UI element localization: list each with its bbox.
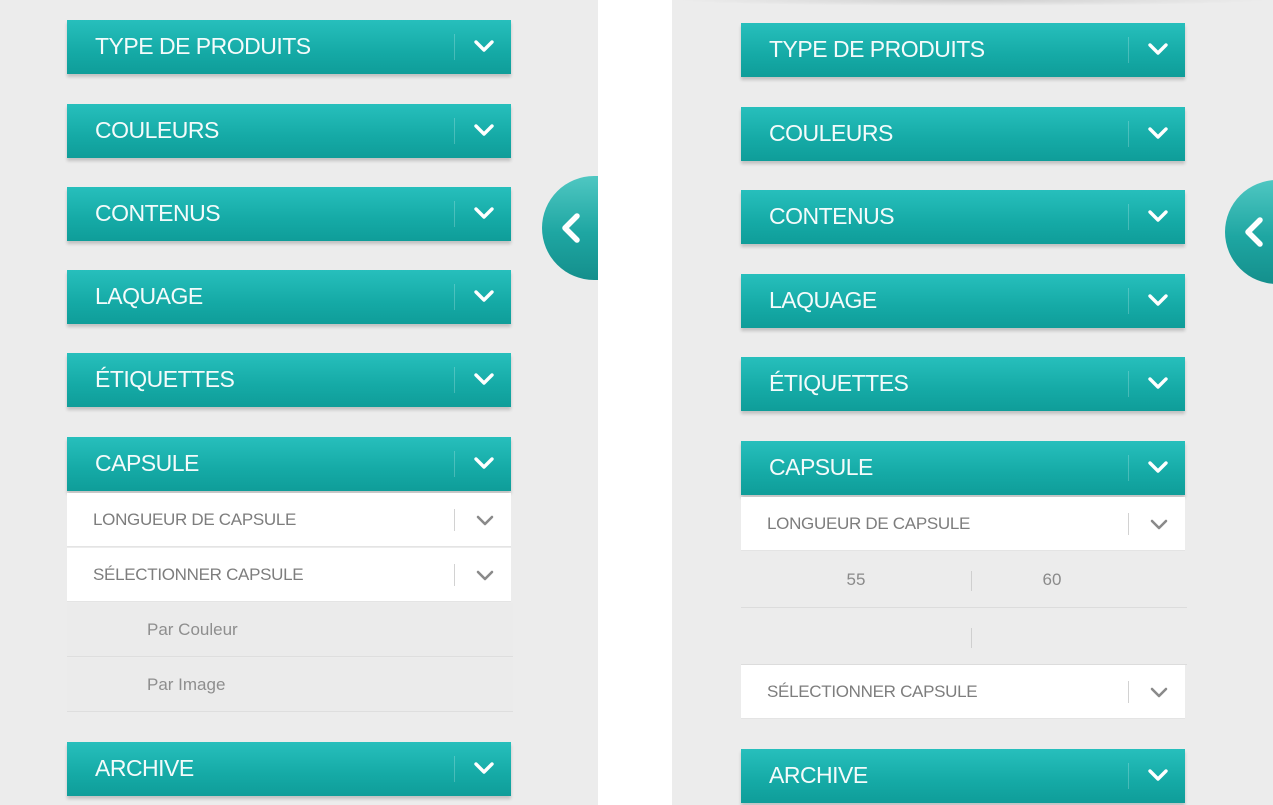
separator [1128, 513, 1129, 535]
separator [454, 34, 455, 60]
section-couleurs[interactable]: COULEURS [67, 104, 511, 158]
separator [1128, 37, 1129, 63]
capsule-length-values-row: 55 60 [741, 552, 1187, 608]
separator [454, 451, 455, 477]
section-capsule[interactable]: CAPSULE [741, 441, 1185, 495]
section-label: LAQUAGE [769, 287, 877, 313]
separator [454, 756, 455, 782]
section-label: ARCHIVE [95, 755, 194, 781]
option-label: Par Couleur [147, 620, 238, 639]
section-label: CAPSULE [769, 454, 873, 480]
chevron-left-icon [562, 213, 580, 243]
separator [454, 284, 455, 310]
chevron-down-icon [474, 40, 494, 52]
section-couleurs[interactable]: COULEURS [741, 107, 1185, 161]
section-type-de-produits[interactable]: TYPE DE PRODUITS [67, 20, 511, 74]
section-laquage[interactable]: LAQUAGE [741, 274, 1185, 328]
subsection-label: SÉLECTIONNER CAPSULE [767, 682, 978, 701]
section-label: COULEURS [769, 120, 893, 146]
option-par-couleur[interactable]: Par Couleur [67, 603, 513, 657]
separator [1128, 681, 1129, 703]
section-archive[interactable]: ARCHIVE [67, 742, 511, 796]
length-option-60[interactable]: 60 [972, 552, 1132, 608]
section-label: COULEURS [95, 117, 219, 143]
section-label: ARCHIVE [769, 762, 868, 788]
chevron-down-icon [474, 207, 494, 219]
section-capsule[interactable]: CAPSULE [67, 437, 511, 491]
section-etiquettes[interactable]: ÉTIQUETTES [67, 353, 511, 407]
subsection-longueur-de-capsule[interactable]: LONGUEUR DE CAPSULE [741, 497, 1185, 551]
option-label: Par Image [147, 675, 226, 694]
separator [1128, 288, 1129, 314]
section-etiquettes[interactable]: ÉTIQUETTES [741, 357, 1185, 411]
chevron-down-icon [1148, 43, 1168, 55]
chevron-down-icon [1148, 127, 1168, 139]
separator [1128, 371, 1129, 397]
section-contenus[interactable]: CONTENUS [67, 187, 511, 241]
section-label: TYPE DE PRODUITS [95, 33, 311, 59]
subsection-label: LONGUEUR DE CAPSULE [767, 514, 971, 533]
section-label: CONTENUS [95, 200, 221, 226]
length-option-55[interactable]: 55 [741, 552, 971, 608]
separator [454, 118, 455, 144]
subsection-label: LONGUEUR DE CAPSULE [93, 510, 297, 529]
section-label: CAPSULE [95, 450, 199, 476]
subsection-selectionner-capsule[interactable]: SÉLECTIONNER CAPSULE [67, 548, 511, 602]
chevron-down-icon [1148, 461, 1168, 473]
section-type-de-produits[interactable]: TYPE DE PRODUITS [741, 23, 1185, 77]
section-laquage[interactable]: LAQUAGE [67, 270, 511, 324]
subsection-label: SÉLECTIONNER CAPSULE [93, 565, 304, 584]
chevron-down-icon [1150, 519, 1168, 530]
chevron-down-icon [474, 762, 494, 774]
filter-panel-right: TYPE DE PRODUITS COULEURS CONTENUS LAQUA… [672, 0, 1273, 805]
section-label: ÉTIQUETTES [769, 370, 909, 396]
separator [971, 628, 972, 648]
separator [454, 564, 455, 586]
chevron-down-icon [474, 373, 494, 385]
separator [454, 367, 455, 393]
chevron-left-icon [1245, 217, 1263, 247]
separator [1128, 121, 1129, 147]
chevron-down-icon [474, 290, 494, 302]
chevron-down-icon [1148, 769, 1168, 781]
section-contenus[interactable]: CONTENUS [741, 190, 1185, 244]
chevron-down-icon [474, 124, 494, 136]
chevron-down-icon [476, 515, 494, 526]
section-label: LAQUAGE [95, 283, 203, 309]
chevron-down-icon [474, 457, 494, 469]
chevron-down-icon [1148, 377, 1168, 389]
chevron-down-icon [476, 570, 494, 581]
collapse-panel-tab[interactable] [542, 176, 598, 280]
separator [1128, 204, 1129, 230]
chevron-down-icon [1148, 210, 1168, 222]
section-label: CONTENUS [769, 203, 895, 229]
top-shadow [672, 0, 1273, 6]
collapse-panel-tab[interactable] [1225, 180, 1273, 284]
section-archive[interactable]: ARCHIVE [741, 749, 1185, 803]
filter-panel-left: TYPE DE PRODUITS COULEURS CONTENUS LAQUA… [0, 0, 598, 805]
chevron-down-icon [1148, 294, 1168, 306]
subsection-selectionner-capsule[interactable]: SÉLECTIONNER CAPSULE [741, 665, 1185, 719]
separator [1128, 455, 1129, 481]
separator [454, 201, 455, 227]
section-label: ÉTIQUETTES [95, 366, 235, 392]
capsule-length-empty-row [741, 609, 1187, 665]
option-par-image[interactable]: Par Image [67, 658, 513, 712]
separator [454, 509, 455, 531]
separator [1128, 763, 1129, 789]
section-label: TYPE DE PRODUITS [769, 36, 985, 62]
chevron-down-icon [1150, 687, 1168, 698]
subsection-longueur-de-capsule[interactable]: LONGUEUR DE CAPSULE [67, 493, 511, 547]
